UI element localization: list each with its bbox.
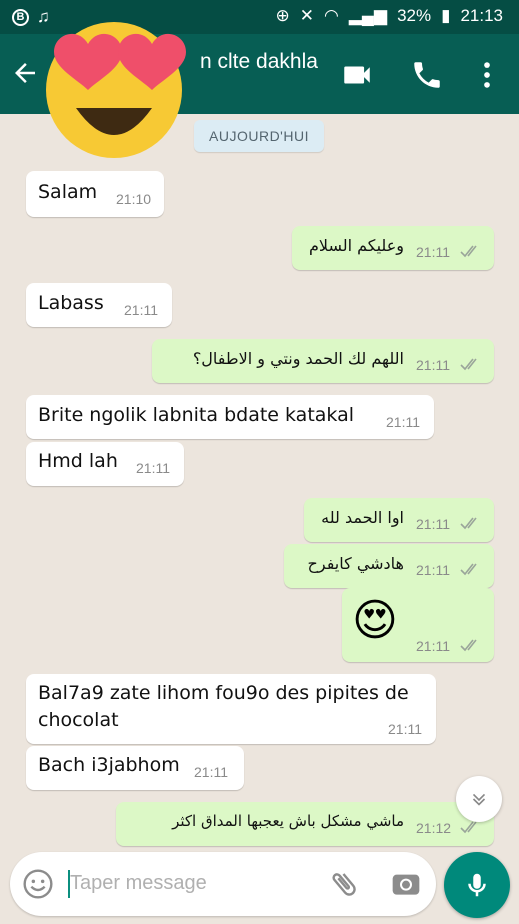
scroll-down-icon bbox=[472, 793, 486, 806]
message-incoming[interactable]: Brite ngolik labnita bdate katakal 21:11 bbox=[26, 395, 434, 439]
message-time: 21:11 bbox=[136, 460, 170, 476]
message-incoming[interactable]: Bal7a9 zate lihom fou9o des pipites de c… bbox=[26, 674, 436, 744]
message-incoming[interactable]: Labass 21:11 bbox=[26, 283, 172, 327]
double-check-icon bbox=[460, 639, 477, 652]
message-outgoing[interactable]: اوا الحمد لله 21:11 bbox=[304, 498, 494, 542]
message-text: Bach i3jabhom bbox=[38, 754, 180, 776]
video-call-icon[interactable] bbox=[340, 58, 374, 92]
message-time: 21:11 bbox=[388, 721, 422, 737]
message-outgoing[interactable]: ماشي مشكل باش يعجبها المداق اكثر 21:12 bbox=[116, 802, 494, 846]
clock: 21:13 bbox=[460, 6, 503, 25]
double-check-icon bbox=[460, 358, 477, 371]
attach-icon[interactable] bbox=[328, 868, 360, 900]
signal-icon: ▂▄▆ bbox=[348, 6, 388, 25]
message-incoming[interactable]: Bach i3jabhom 21:11 bbox=[26, 746, 244, 790]
message-outgoing[interactable]: وعليكم السلام 21:11 bbox=[292, 226, 494, 270]
camera-icon[interactable] bbox=[390, 868, 422, 900]
battery-percent: 32% bbox=[397, 6, 432, 25]
message-text: اللهم لك الحمد ونتي و الاطفال؟ bbox=[192, 349, 404, 368]
message-time: 21:12 bbox=[416, 820, 452, 836]
scroll-down-button[interactable] bbox=[456, 776, 502, 822]
message-incoming[interactable]: Hmd lah 21:11 bbox=[26, 442, 184, 486]
message-time: 21:11 bbox=[416, 357, 450, 373]
message-time: 21:11 bbox=[194, 764, 228, 780]
message-text: وعليكم السلام bbox=[308, 236, 404, 255]
more-options-icon[interactable] bbox=[470, 58, 504, 92]
message-time: 21:11 bbox=[416, 638, 450, 654]
message-text: Bal7a9 zate lihom fou9o des pipites de bbox=[38, 682, 409, 704]
message-text: Labass bbox=[38, 292, 104, 314]
message-text: Salam bbox=[38, 181, 98, 203]
message-outgoing[interactable]: 😍 21:11 bbox=[342, 588, 494, 662]
message-input[interactable]: Taper message bbox=[70, 872, 207, 895]
message-time: 21:11 bbox=[124, 302, 158, 318]
data-saver-icon: ⊕ bbox=[275, 6, 290, 25]
message-composer: Taper message bbox=[10, 852, 436, 916]
message-time: 21:11 bbox=[386, 414, 420, 430]
phone-icon[interactable] bbox=[410, 58, 444, 92]
wifi-icon: ◠ bbox=[324, 6, 339, 25]
notification-b-icon: B bbox=[12, 8, 29, 26]
mute-icon: ✕ bbox=[299, 6, 315, 25]
message-text: Brite ngolik labnita bdate katakal bbox=[38, 404, 355, 426]
emoji-icon[interactable] bbox=[22, 868, 54, 900]
double-check-icon bbox=[460, 563, 477, 576]
message-incoming[interactable]: Salam 21:10 bbox=[26, 171, 164, 217]
message-text: Hmd lah bbox=[38, 450, 118, 472]
message-time: 21:10 bbox=[116, 191, 152, 207]
message-time: 21:11 bbox=[416, 244, 450, 260]
contact-name[interactable]: n clte dakhla bbox=[200, 50, 318, 74]
date-chip: AUJOURD'HUI bbox=[194, 120, 324, 152]
heart-eyes-emoji: 😍 bbox=[352, 595, 398, 646]
message-outgoing[interactable]: اللهم لك الحمد ونتي و الاطفال؟ 21:11 bbox=[152, 339, 494, 383]
double-check-icon bbox=[460, 821, 477, 834]
mic-button[interactable] bbox=[444, 852, 510, 918]
message-text: اوا الحمد لله bbox=[321, 508, 404, 527]
back-arrow-icon[interactable] bbox=[10, 58, 40, 88]
message-time: 21:11 bbox=[416, 562, 450, 578]
mic-icon bbox=[468, 873, 486, 897]
double-check-icon bbox=[460, 517, 477, 530]
chat-area[interactable]: AUJOURD'HUI Salam 21:10 وعليكم السلام 21… bbox=[0, 114, 519, 850]
message-text: هادشي كايفرح bbox=[307, 554, 404, 573]
heart-eyes-sticker-icon bbox=[46, 22, 186, 158]
message-text-line2: chocolat bbox=[38, 709, 119, 731]
message-outgoing[interactable]: هادشي كايفرح 21:11 bbox=[284, 544, 494, 588]
message-text: ماشي مشكل باش يعجبها المداق اكثر bbox=[172, 812, 404, 830]
double-check-icon bbox=[460, 245, 477, 258]
battery-icon: ▮ bbox=[441, 6, 451, 25]
message-time: 21:11 bbox=[416, 516, 450, 532]
